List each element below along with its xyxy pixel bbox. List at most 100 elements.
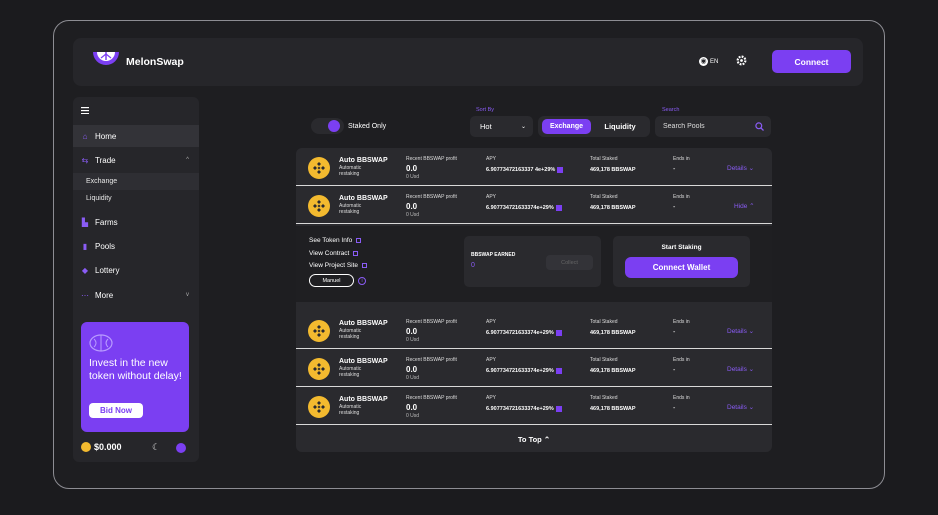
see-token-info-link[interactable]: See Token Info (309, 237, 362, 244)
link-label: View Project Site (309, 262, 359, 269)
pool-subtitle: Automatic restaking (339, 165, 362, 177)
info-icon[interactable]: i (358, 277, 366, 285)
ends-in-value: - (673, 367, 676, 374)
moon-icon[interactable]: ☾ (152, 442, 160, 453)
external-link-icon (353, 251, 359, 256)
view-contract-link[interactable]: View Contract (309, 250, 359, 257)
details-button[interactable]: Details ⌄ (727, 365, 754, 373)
globe-icon: ◉ (699, 57, 708, 66)
total-staked-label: Total Staked (590, 319, 618, 325)
search-icon[interactable] (755, 122, 764, 131)
profit-label: Recent BBSWAP profit (406, 357, 457, 363)
sidebar-item-farms[interactable]: ▙ Farms (73, 211, 199, 233)
ends-in-label: Ends in (673, 395, 690, 401)
manual-badge[interactable]: Manuel (309, 274, 354, 287)
chevron-up-icon: ^ (186, 157, 189, 163)
sidebar-item-label: More (95, 290, 114, 300)
apy-label: APY (486, 357, 497, 363)
bnb-token-icon (308, 157, 330, 179)
calculator-icon[interactable] (555, 406, 562, 412)
total-staked-value: 469,178 BBSWAP (590, 368, 636, 374)
link-label: See Token Info (309, 237, 353, 244)
profit-value: 0.0 (406, 327, 418, 336)
view-project-site-link[interactable]: View Project Site (309, 262, 368, 269)
sidebar-item-more[interactable]: ⋯ More v (73, 284, 199, 306)
profit-value: 0.0 (406, 365, 418, 374)
pool-row[interactable]: Auto BBSWAP Automatic restaking Recent B… (296, 149, 772, 186)
pool-name: Auto BBSWAP (339, 396, 388, 403)
staked-only-toggle[interactable] (311, 118, 344, 134)
ends-in-label: Ends in (673, 156, 690, 162)
hamburger-menu-icon[interactable] (81, 107, 89, 114)
connect-button[interactable]: Connect (772, 50, 851, 73)
details-button[interactable]: Details ⌄ (727, 327, 754, 335)
calculator-icon[interactable] (555, 205, 562, 211)
pool-row[interactable]: Auto BBSWAP Automatic restaking Recent B… (296, 350, 772, 387)
pool-subtitle: Automatic restaking (339, 366, 362, 378)
melon-logo (93, 52, 119, 65)
apy-value: 6.907734721633374e+29% (486, 368, 554, 374)
pool-row[interactable]: Auto BBSWAP Automatic restaking Recent B… (296, 312, 772, 349)
pool-subtitle: Automatic restaking (339, 203, 362, 215)
to-top-button[interactable]: To Top ⌃ (296, 435, 772, 444)
pool-subtitle: Automatic restaking (339, 404, 362, 416)
sidebar-item-lottery[interactable]: ◆ Lottery (73, 259, 199, 281)
token-balance: $0.000 (81, 442, 122, 452)
sidebar-item-label: Farms (95, 217, 118, 227)
pool-row[interactable]: Auto BBSWAP Automatic restaking Recent B… (296, 187, 772, 224)
bnb-token-icon (308, 396, 330, 418)
calculator-icon[interactable] (555, 330, 562, 336)
theme-toggle[interactable] (176, 443, 186, 453)
gear-icon[interactable] (736, 55, 747, 66)
balance-value: $0.000 (94, 442, 122, 452)
sidebar-item-label: Trade (95, 155, 116, 165)
ends-in-value: - (673, 329, 676, 336)
pools-icon: ▮ (82, 241, 88, 251)
calculator-icon[interactable] (557, 167, 564, 173)
apy-value-wrap: 6.907734721633374e+29% (486, 368, 562, 374)
pool-name: Auto BBSWAP (339, 195, 388, 202)
bid-now-button[interactable]: Bid Now (89, 403, 143, 418)
ends-in-value: - (673, 166, 676, 173)
details-button[interactable]: Details ⌄ (727, 164, 754, 172)
sidebar-item-trade[interactable]: ⇆ Trade ^ (73, 149, 199, 171)
total-staked-value: 469,178 BBSWAP (590, 167, 636, 173)
collect-button[interactable]: Collect (546, 255, 593, 270)
profit-usd: 0 Usd (406, 375, 420, 381)
pool-row[interactable]: Auto BBSWAP Automatic restaking Recent B… (296, 388, 772, 425)
profit-label: Recent BBSWAP profit (406, 395, 457, 401)
connect-wallet-button[interactable]: Connect Wallet (625, 257, 738, 278)
details-button[interactable]: Details ⌄ (727, 403, 754, 411)
ends-in-label: Ends in (673, 357, 690, 363)
promo-text: Invest in the new token without delay! (89, 357, 182, 382)
hide-button[interactable]: Hide ⌃ (734, 202, 755, 210)
trade-icon: ⇆ (81, 155, 89, 165)
profit-label: Recent BBSWAP profit (406, 194, 457, 200)
sidebar-subitem-exchange[interactable]: Exchange (73, 173, 199, 190)
profit-value: 0.0 (406, 164, 418, 173)
tab-liquidity[interactable]: Liquidity (600, 119, 640, 134)
sidebar-item-label: Home (95, 131, 117, 141)
sort-select[interactable]: Hot ⌄ (470, 116, 533, 137)
brand-name: MelonSwap (126, 56, 184, 68)
profit-usd: 0 Usd (406, 174, 420, 180)
tab-exchange[interactable]: Exchange (542, 119, 591, 134)
start-staking-title: Start Staking (661, 244, 702, 251)
calculator-icon[interactable] (555, 368, 562, 374)
sidebar-item-pools[interactable]: ▮ Pools (73, 235, 199, 257)
apy-label: APY (486, 194, 497, 200)
search-box (655, 116, 771, 137)
total-staked-label: Total Staked (590, 395, 618, 401)
bnb-token-icon (308, 320, 330, 342)
apy-value: 6.90773472163337 4e+29% (486, 167, 556, 173)
apy-value-wrap: 6.90773472163337 4e+29% (486, 167, 564, 173)
sidebar-subitem-liquidity[interactable]: Liquidity (73, 190, 199, 207)
search-input[interactable] (663, 119, 747, 134)
language-selector[interactable]: ◉ EN (699, 57, 718, 66)
apy-value: 6.907734721633374e+29% (486, 406, 554, 412)
link-label: View Contract (309, 250, 350, 257)
sidebar-item-home[interactable]: ⌂ Home (73, 125, 199, 147)
sort-value: Hot (480, 122, 492, 131)
language-code: EN (710, 58, 719, 65)
apy-value: 6.907734721633374e+29% (486, 205, 554, 211)
